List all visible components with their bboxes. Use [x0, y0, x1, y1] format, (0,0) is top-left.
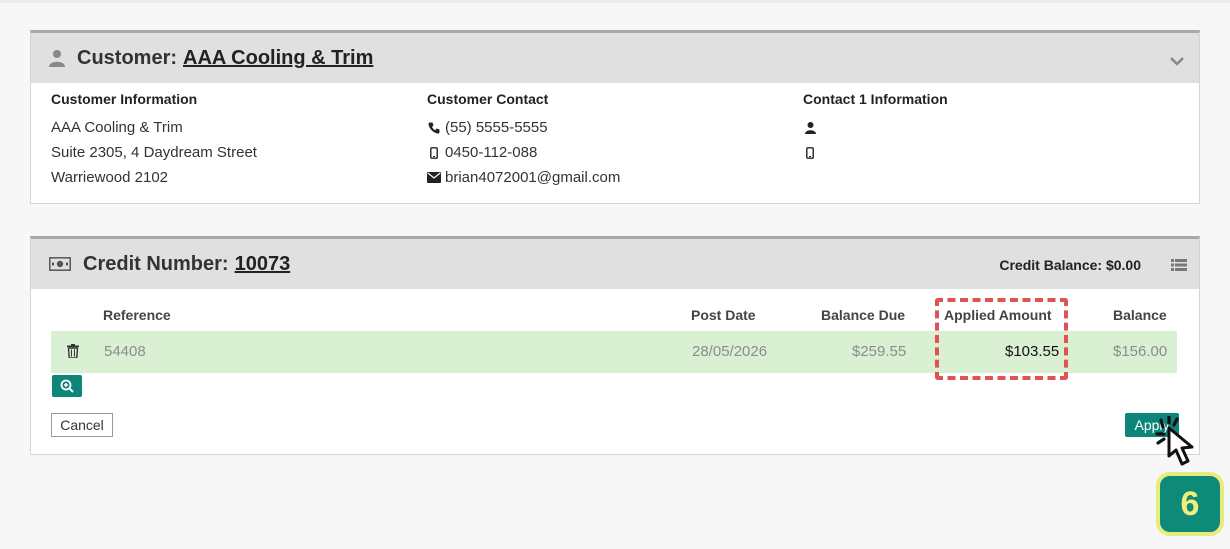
customer-title-prefix: Customer: [77, 46, 178, 69]
column-balance-due: Balance Due [821, 307, 906, 323]
cursor-click-icon [1155, 414, 1211, 477]
email-line: brian4072001@gmail.com [427, 165, 803, 190]
zoom-button[interactable] [52, 375, 82, 397]
customer-information: Customer Information AAA Cooling & Trim … [51, 91, 427, 190]
customer-panel-header[interactable]: Customer: AAA Cooling & Trim [31, 33, 1199, 83]
customer-panel: Customer: AAA Cooling & Trim Customer In… [30, 30, 1200, 204]
contact-1-heading: Contact 1 Information [803, 91, 948, 107]
row-balance: $156.00 [1113, 343, 1168, 360]
credit-panel: Credit Number: 10073 Credit Balance: $0.… [30, 236, 1200, 455]
mobile-line: 0450-112-088 [427, 140, 803, 165]
zoom-in-icon [60, 379, 74, 393]
chevron-down-icon[interactable] [1169, 53, 1185, 71]
phone-line: (55) 5555-5555 [427, 115, 803, 140]
credit-title: Credit Number: 10073 [49, 253, 290, 276]
customer-name-link[interactable]: AAA Cooling & Trim [183, 47, 373, 70]
mobile-icon [427, 146, 441, 159]
phone-number: (55) 5555-5555 [445, 119, 548, 136]
column-post-date: Post Date [691, 307, 756, 323]
row-reference: 54408 [104, 343, 146, 360]
customer-info-line: AAA Cooling & Trim [51, 119, 183, 136]
column-reference: Reference [103, 307, 171, 323]
table-header: Reference Post Date Balance Due Applied … [31, 307, 1199, 327]
customer-title: Customer: AAA Cooling & Trim [49, 47, 373, 70]
mobile-number: 0450-112-088 [445, 144, 538, 161]
top-divider [0, 0, 1230, 3]
credit-title-prefix: Credit Number: [83, 252, 229, 275]
contact-1-name-line [803, 115, 1179, 140]
customer-contact: Customer Contact (55) 5555-5555 0450-112… [427, 91, 803, 190]
trash-icon[interactable] [67, 344, 79, 362]
user-icon [803, 121, 817, 134]
contact-1-information: Contact 1 Information [803, 91, 1179, 190]
credit-panel-header: Credit Number: 10073 Credit Balance: $0.… [31, 239, 1199, 289]
user-icon [49, 49, 65, 67]
credit-balance: Credit Balance: $0.00 [999, 257, 1141, 273]
customer-info-line: Suite 2305, 4 Daydream Street [51, 144, 257, 161]
column-applied-amount: Applied Amount [944, 307, 1052, 323]
contact-1-mobile-line [803, 140, 1179, 165]
mobile-icon [803, 146, 817, 159]
cancel-button[interactable]: Cancel [51, 413, 113, 437]
customer-info-line: Warriewood 2102 [51, 169, 169, 186]
step-number-badge: 6 [1156, 472, 1224, 536]
phone-icon [427, 122, 441, 134]
column-balance: Balance [1113, 307, 1167, 323]
row-post-date: 28/05/2026 [692, 343, 768, 360]
list-icon[interactable] [1171, 258, 1187, 276]
row-balance-due: $259.55 [852, 343, 907, 360]
row-applied-amount[interactable]: $103.55 [1005, 343, 1059, 360]
money-icon [49, 257, 71, 271]
customer-information-heading: Customer Information [51, 91, 198, 107]
credit-number-link[interactable]: 10073 [235, 253, 291, 276]
envelope-icon [427, 172, 441, 183]
table-row: 54408 28/05/2026 $259.55 $103.55 $156.00 [51, 331, 1177, 373]
email-address[interactable]: brian4072001@gmail.com [445, 169, 620, 186]
customer-contact-heading: Customer Contact [427, 91, 549, 107]
